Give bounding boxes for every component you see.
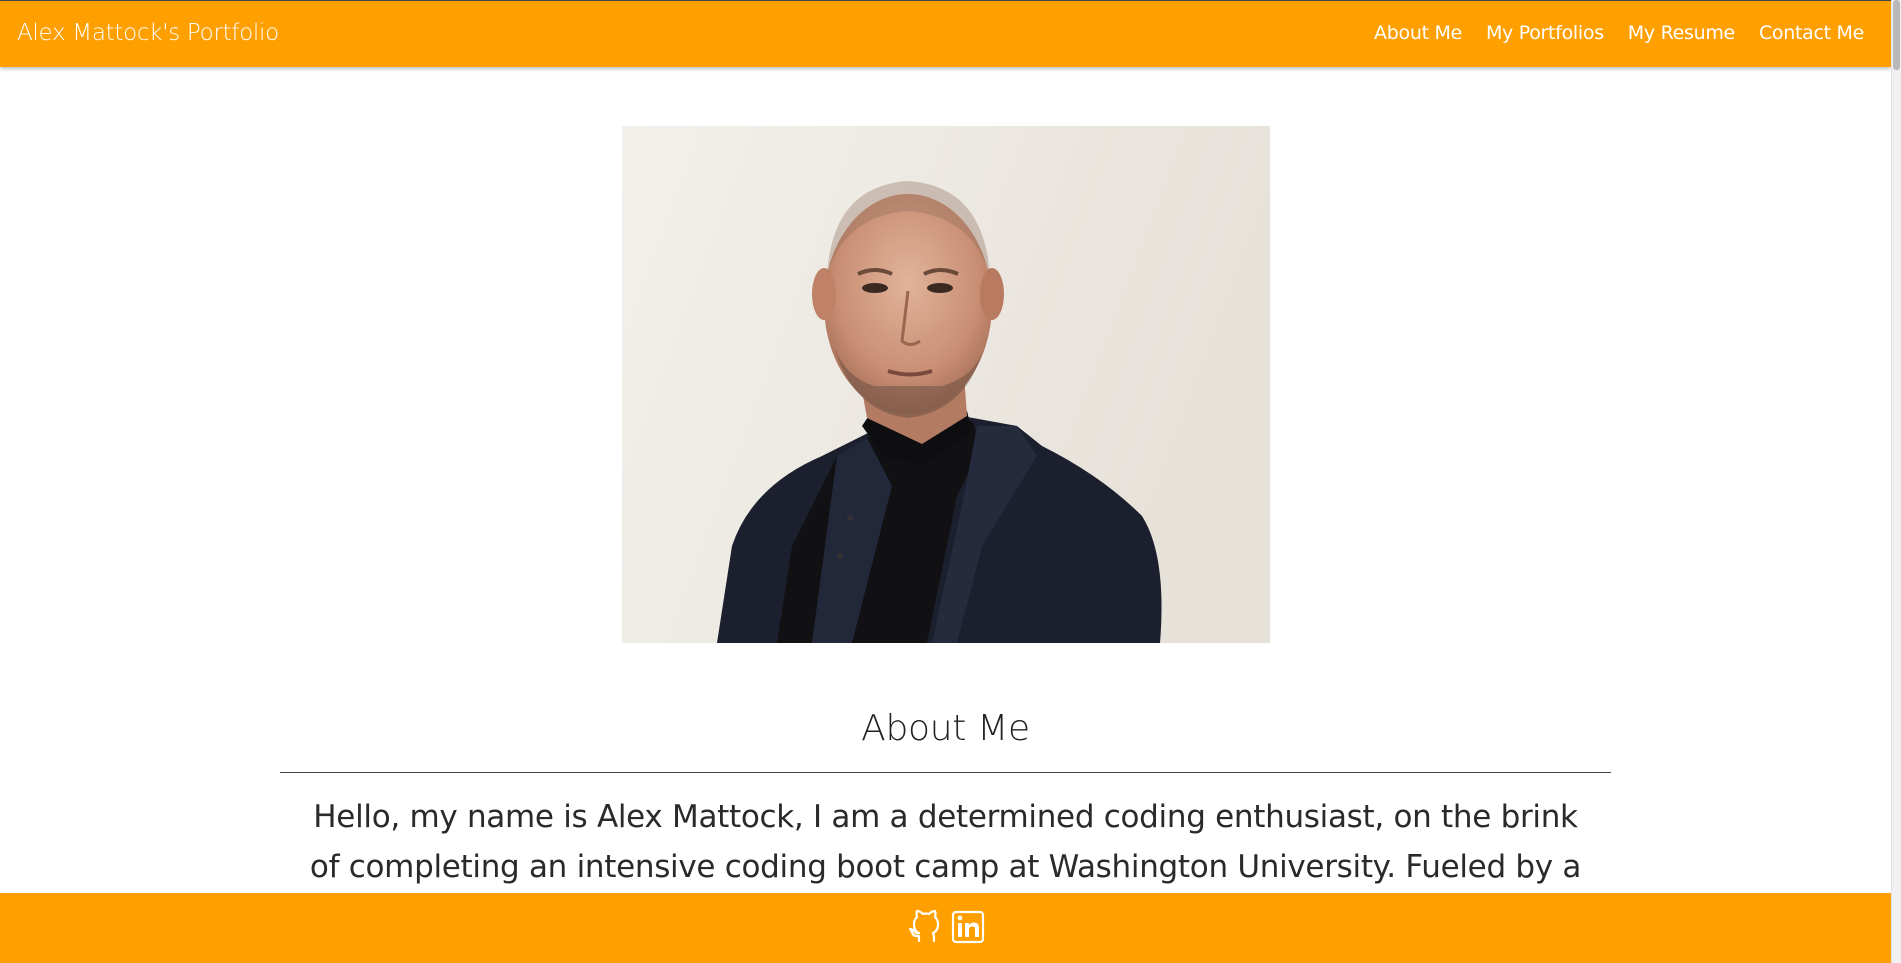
nav-link-my-resume[interactable]: My Resume xyxy=(1628,22,1735,44)
footer xyxy=(0,893,1891,963)
footer-social-icons xyxy=(908,907,986,945)
scrollbar-thumb[interactable] xyxy=(1893,0,1900,70)
portrait-illustration xyxy=(622,126,1270,643)
section-divider xyxy=(280,772,1611,773)
page-scrollbar[interactable] xyxy=(1891,0,1901,963)
nav-links: About Me My Portfolios My Resume Contact… xyxy=(1374,22,1864,44)
github-link[interactable] xyxy=(908,907,944,945)
github-icon xyxy=(908,909,940,943)
nav-link-contact-me[interactable]: Contact Me xyxy=(1759,22,1864,44)
linkedin-icon xyxy=(951,910,985,944)
profile-photo xyxy=(622,126,1270,643)
top-navbar: Alex Mattock's Portfolio About Me My Por… xyxy=(0,0,1891,67)
page: Alex Mattock's Portfolio About Me My Por… xyxy=(0,0,1901,963)
linkedin-link[interactable] xyxy=(950,907,986,945)
brand-link[interactable]: Alex Mattock's Portfolio xyxy=(17,20,279,46)
nav-link-about-me[interactable]: About Me xyxy=(1374,22,1462,44)
about-me-heading: About Me xyxy=(861,708,1030,749)
nav-link-my-portfolios[interactable]: My Portfolios xyxy=(1486,22,1604,44)
